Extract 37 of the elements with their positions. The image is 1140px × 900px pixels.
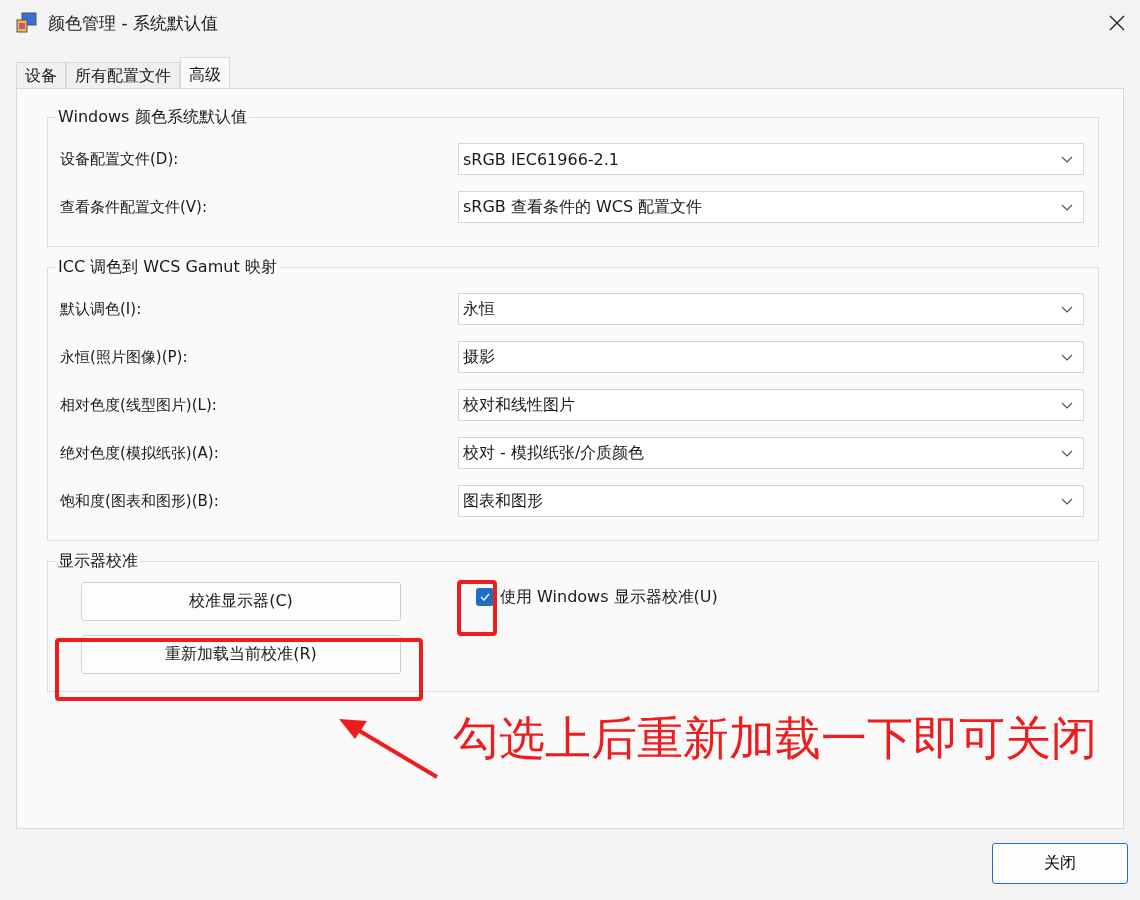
tab[interactable]: 高级	[180, 57, 230, 88]
field-label: 默认调色(I):	[60, 299, 143, 319]
dropdown[interactable]: 校对 - 模拟纸张/介质颜色	[458, 437, 1084, 469]
field-label: 绝对色度(模拟纸张)(A):	[60, 443, 220, 463]
chevron-down-icon	[1061, 155, 1073, 163]
checkmark-icon	[480, 593, 490, 601]
calibration-button[interactable]: 重新加载当前校准(R)	[81, 635, 401, 674]
chevron-down-icon	[1061, 353, 1073, 361]
chevron-down-icon	[1061, 203, 1073, 211]
group-title: 显示器校准	[56, 551, 140, 572]
dropdown[interactable]: 摄影	[458, 341, 1084, 373]
dropdown[interactable]: sRGB IEC61966-2.1	[458, 143, 1084, 175]
group-title: ICC 调色到 WCS Gamut 映射	[56, 257, 279, 278]
field-label: 查看条件配置文件(V):	[60, 197, 209, 217]
dropdown[interactable]: 图表和图形	[458, 485, 1084, 517]
chevron-down-icon	[1061, 401, 1073, 409]
field-label: 永恒(照片图像)(P):	[60, 347, 189, 367]
tab[interactable]: 设备	[16, 62, 66, 88]
field-label: 设备配置文件(D):	[60, 149, 180, 169]
calibration-button[interactable]: 校准显示器(C)	[81, 582, 401, 621]
highlight-frame	[457, 580, 497, 636]
chevron-down-icon	[1061, 305, 1073, 313]
checkbox-label: 使用 Windows 显示器校准(U)	[500, 586, 718, 608]
chevron-down-icon	[1061, 449, 1073, 457]
annotation-text: 勾选上后重新加载一下即可关闭	[453, 710, 1097, 767]
field-label: 饱和度(图表和图形)(B):	[60, 491, 220, 511]
color-management-icon	[16, 12, 38, 34]
dropdown[interactable]: 永恒	[458, 293, 1084, 325]
checkbox[interactable]	[476, 588, 494, 606]
dropdown[interactable]: 校对和线性图片	[458, 389, 1084, 421]
window-title: 颜色管理 - 系统默认值	[48, 11, 218, 35]
field-label: 相对色度(线型图片)(L):	[60, 395, 218, 415]
group-title: Windows 颜色系统默认值	[56, 107, 249, 128]
dropdown[interactable]: sRGB 查看条件的 WCS 配置文件	[458, 191, 1084, 223]
tab[interactable]: 所有配置文件	[66, 62, 180, 88]
close-button[interactable]: 关闭	[992, 843, 1128, 884]
chevron-down-icon	[1061, 497, 1073, 505]
